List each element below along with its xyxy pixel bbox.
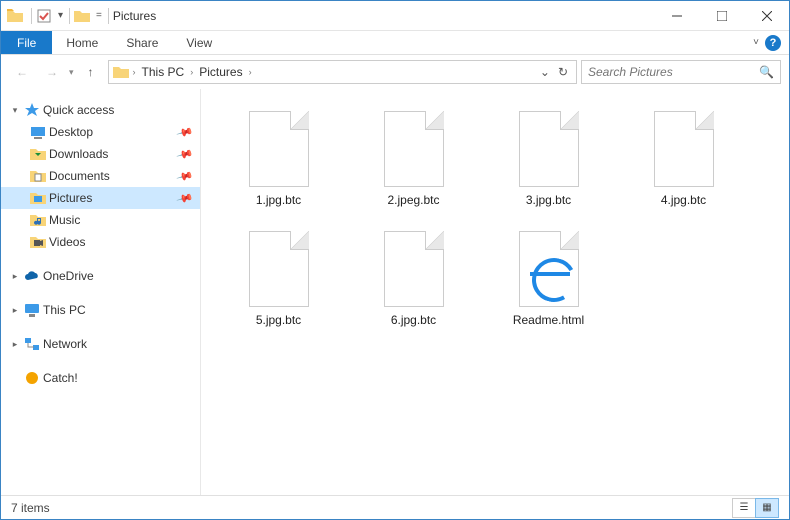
html-file-icon <box>519 231 579 307</box>
sidebar-catch[interactable]: Catch! <box>1 367 200 389</box>
folder-icon <box>29 146 47 162</box>
file-item[interactable]: 5.jpg.btc <box>211 227 346 347</box>
qat-checkbox-icon[interactable] <box>36 8 52 24</box>
sidebar-network[interactable]: ▸ Network <box>1 333 200 355</box>
search-box[interactable]: 🔍 <box>581 60 781 84</box>
nav-bar: ← → ▾ ↑ › This PC › Pictures › ⌄ ↻ 🔍 <box>1 55 789 89</box>
address-folder-icon <box>113 65 129 79</box>
title-folder-icon <box>74 8 90 24</box>
sidebar-item-documents[interactable]: Documents📌 <box>1 165 200 187</box>
sidebar-item-pictures[interactable]: Pictures📌 <box>1 187 200 209</box>
file-item[interactable]: 2.jpeg.btc <box>346 107 481 227</box>
tab-file[interactable]: File <box>1 31 52 54</box>
ribbon: File Home Share View ˅ ? <box>1 31 789 55</box>
sidebar-onedrive[interactable]: ▸ OneDrive <box>1 265 200 287</box>
file-label: Readme.html <box>513 313 584 327</box>
pin-icon: 📌 <box>176 145 194 163</box>
breadcrumb-pictures[interactable]: Pictures <box>195 65 246 79</box>
sidebar-item-label: Documents <box>49 169 176 183</box>
maximize-button[interactable] <box>699 1 744 31</box>
sidebar-item-label: Pictures <box>49 191 176 205</box>
refresh-button[interactable]: ↻ <box>554 65 572 79</box>
sidebar-this-pc[interactable]: ▸ This PC <box>1 299 200 321</box>
view-icons-button[interactable]: ▦ <box>755 498 779 518</box>
file-item[interactable]: 6.jpg.btc <box>346 227 481 347</box>
title-bar: ▾ = Pictures <box>1 1 789 31</box>
chevron-right-icon[interactable]: › <box>190 67 193 77</box>
recent-dropdown-icon[interactable]: ▾ <box>69 67 74 78</box>
folder-icon <box>29 168 47 184</box>
content-area[interactable]: 1.jpg.btc 2.jpeg.btc 3.jpg.btc 4.jpg.btc 5.j… <box>201 89 789 495</box>
folder-icon <box>29 234 47 250</box>
back-button[interactable]: ← <box>9 59 35 85</box>
file-label: 4.jpg.btc <box>661 193 706 207</box>
cloud-icon <box>23 268 41 284</box>
address-dropdown-icon[interactable]: ⌄ <box>536 65 554 79</box>
sidebar-item-downloads[interactable]: Downloads📌 <box>1 143 200 165</box>
qat-dropdown-icon[interactable]: ▾ <box>58 10 63 21</box>
ribbon-expand-icon[interactable]: ˅ <box>753 37 759 48</box>
caret-right-icon[interactable]: ▸ <box>9 339 21 350</box>
app-icon <box>7 8 23 24</box>
blank-file-icon <box>249 231 309 307</box>
sidebar-item-desktop[interactable]: Desktop📌 <box>1 121 200 143</box>
blank-file-icon <box>384 231 444 307</box>
forward-button[interactable]: → <box>39 59 65 85</box>
caret-right-icon[interactable]: ▸ <box>9 271 21 282</box>
status-bar: 7 items ☰ ▦ <box>1 495 789 519</box>
file-label: 3.jpg.btc <box>526 193 571 207</box>
folder-icon <box>29 190 47 206</box>
pin-icon: 📌 <box>176 123 194 141</box>
caret-down-icon[interactable]: ▾ <box>9 105 21 116</box>
sidebar-item-videos[interactable]: Videos <box>1 231 200 253</box>
tab-home[interactable]: Home <box>52 31 112 54</box>
sidebar: ▾ Quick access Desktop📌Downloads📌Documen… <box>1 89 201 495</box>
blank-file-icon <box>519 111 579 187</box>
file-label: 6.jpg.btc <box>391 313 436 327</box>
pin-icon: 📌 <box>176 189 194 207</box>
address-bar[interactable]: › This PC › Pictures › ⌄ ↻ <box>108 60 577 84</box>
catch-icon <box>23 370 41 386</box>
file-label: 5.jpg.btc <box>256 313 301 327</box>
view-details-button[interactable]: ☰ <box>732 498 756 518</box>
file-item[interactable]: 1.jpg.btc <box>211 107 346 227</box>
help-icon[interactable]: ? <box>765 35 781 51</box>
breadcrumb-this-pc[interactable]: This PC <box>138 65 189 79</box>
file-item[interactable]: 3.jpg.btc <box>481 107 616 227</box>
blank-file-icon <box>249 111 309 187</box>
search-icon[interactable]: 🔍 <box>759 65 774 79</box>
chevron-right-icon[interactable]: › <box>249 67 252 77</box>
file-item[interactable]: 4.jpg.btc <box>616 107 751 227</box>
minimize-button[interactable] <box>654 1 699 31</box>
folder-icon <box>29 124 47 140</box>
blank-file-icon <box>384 111 444 187</box>
blank-file-icon <box>654 111 714 187</box>
chevron-right-icon[interactable]: › <box>133 67 136 77</box>
file-item[interactable]: Readme.html <box>481 227 616 347</box>
up-button[interactable]: ↑ <box>78 59 104 85</box>
pc-icon <box>23 302 41 318</box>
file-label: 1.jpg.btc <box>256 193 301 207</box>
item-count: 7 items <box>11 501 50 515</box>
folder-icon <box>29 212 47 228</box>
sidebar-quick-access[interactable]: ▾ Quick access <box>1 99 200 121</box>
star-icon <box>23 102 41 118</box>
sidebar-item-label: Music <box>49 213 200 227</box>
sidebar-item-label: Desktop <box>49 125 176 139</box>
close-button[interactable] <box>744 1 789 31</box>
search-input[interactable] <box>588 65 759 79</box>
file-label: 2.jpeg.btc <box>387 193 439 207</box>
sidebar-item-label: Downloads <box>49 147 176 161</box>
tab-view[interactable]: View <box>172 31 226 54</box>
network-icon <box>23 336 41 352</box>
window-title: Pictures <box>113 9 156 23</box>
pin-icon: 📌 <box>176 167 194 185</box>
sidebar-item-label: Videos <box>49 235 200 249</box>
tab-share[interactable]: Share <box>112 31 172 54</box>
caret-right-icon[interactable]: ▸ <box>9 305 21 316</box>
sidebar-item-music[interactable]: Music <box>1 209 200 231</box>
